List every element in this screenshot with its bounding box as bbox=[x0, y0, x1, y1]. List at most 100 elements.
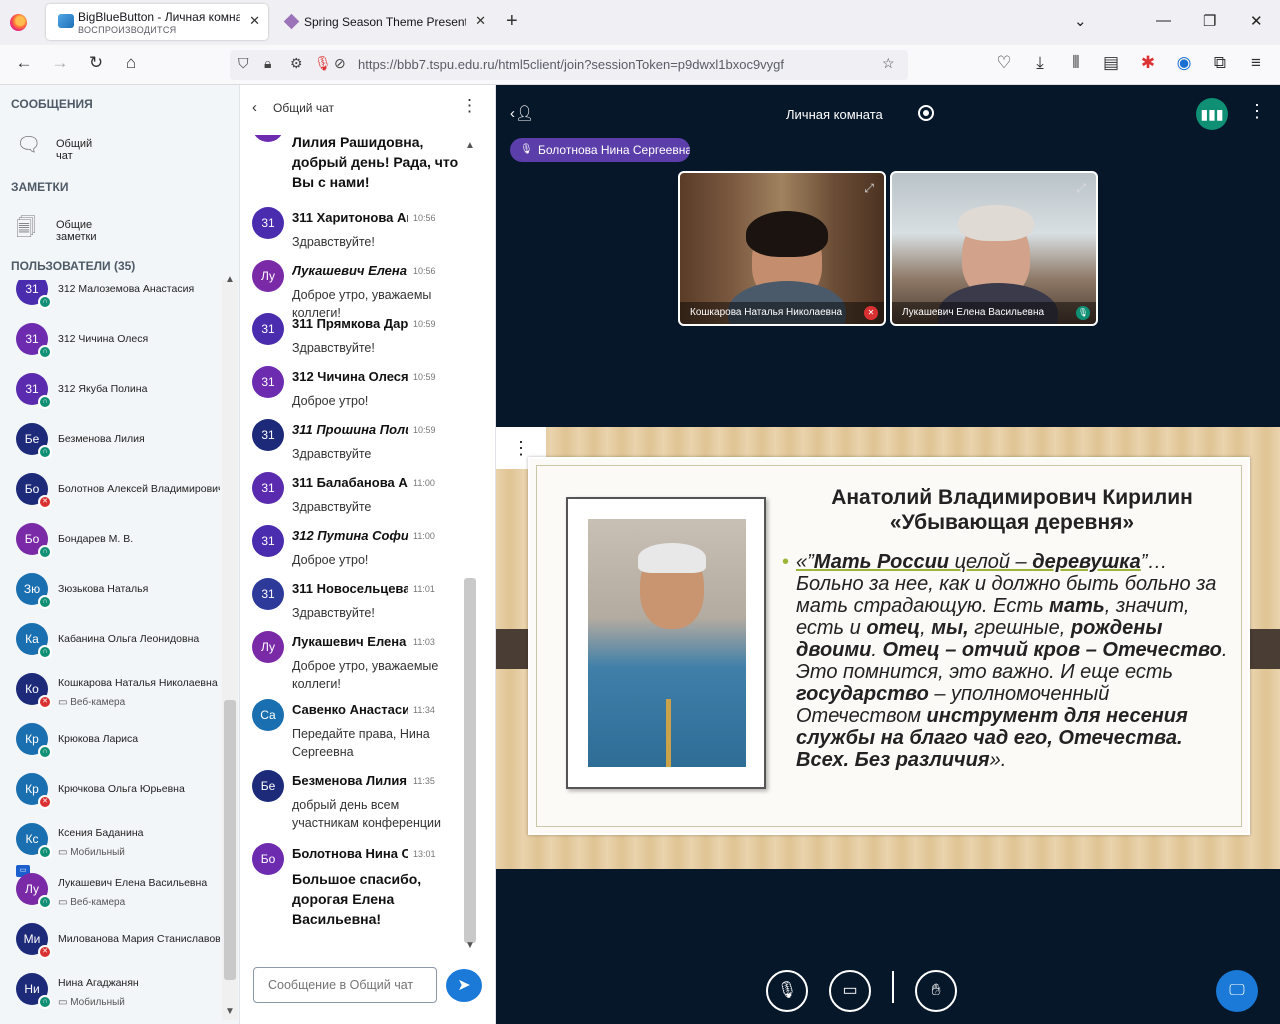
avatar: Кр ∩ bbox=[16, 723, 52, 759]
presentation-button[interactable]: 🖵︎ bbox=[1216, 970, 1258, 1012]
slide-quote-body: «”Мать России целой – деревушка”… Больно… bbox=[796, 551, 1227, 771]
user-list-item[interactable]: Зю ∩ Зюзькова Наталья bbox=[16, 573, 222, 623]
tab-title: BigBlueButton - Личная комната bbox=[78, 10, 240, 24]
scroll-up-icon[interactable]: ▲ bbox=[465, 140, 475, 151]
video-tile[interactable]: ⤢ Лукашевич Елена Васильевна 🎙︎ bbox=[890, 171, 1098, 326]
slide-text-fragment: мать bbox=[1049, 595, 1105, 617]
lock-icon[interactable]: 🔒︎ bbox=[264, 55, 271, 72]
user-list-item[interactable]: Кр ∩ Крюкова Лариса bbox=[16, 723, 222, 773]
back-icon[interactable]: ← bbox=[12, 53, 36, 73]
minimize-icon[interactable]: — bbox=[1156, 12, 1171, 29]
scroll-thumb[interactable] bbox=[464, 578, 476, 943]
user-name: Болотнов Алексей Владимирович bbox=[58, 483, 220, 495]
extensions-puzzle-icon[interactable]: ⧉ bbox=[1208, 53, 1232, 73]
permissions-icon[interactable]: ⚙ bbox=[290, 55, 303, 72]
tab-spring-season[interactable]: Spring Season Theme Presentation ✕ bbox=[272, 4, 494, 40]
fullscreen-icon[interactable]: ⤢ bbox=[864, 181, 874, 196]
autoplay-blocked-icon[interactable]: ⊘ bbox=[334, 55, 346, 72]
menu-hamburger-icon[interactable]: ≡ bbox=[1244, 53, 1268, 73]
user-list-item[interactable]: ▭ Лу ∩ Лукашевич Елена Васильевна ▭ Веб-каме… bbox=[16, 865, 222, 923]
user-list-item[interactable]: Кс ∩ Ксения Баданина ▭ Мобильный bbox=[16, 823, 222, 873]
avatar: Зю ∩ bbox=[16, 573, 52, 609]
chevron-left-icon[interactable]: ‹ bbox=[252, 99, 257, 116]
zoom-extension-icon[interactable]: ◉ bbox=[1172, 53, 1196, 73]
video-tile[interactable]: ⤢ Кошкарова Наталья Николаевна ✕ bbox=[678, 171, 886, 326]
slide-card: Анатолий Владимирович Кирилин «Убывающая… bbox=[528, 457, 1250, 835]
talking-indicator[interactable]: 🎙︎ Болотнова Нина Сергеевна bbox=[510, 138, 690, 162]
message-text: Лилия Рашидовна, добрый день! Рада, что … bbox=[292, 135, 459, 190]
user-name: Безменова Лилия bbox=[58, 433, 145, 445]
microphone-permission-icon[interactable]: 🎙︎ bbox=[314, 55, 332, 72]
user-list-item[interactable]: Ни ∩ Нина Агаджанян ▭ Мобильный bbox=[16, 973, 222, 1020]
recording-indicator-icon[interactable] bbox=[918, 105, 934, 121]
tab-bigbluebutton[interactable]: BigBlueButton - Личная комната ВОСПРОИЗВ… bbox=[46, 4, 268, 40]
tab-title: Spring Season Theme Presentation bbox=[304, 15, 466, 29]
user-list-item[interactable]: Бо ∩ Бондарев М. В. bbox=[16, 523, 222, 573]
options-menu-icon[interactable]: ⋮ bbox=[1248, 101, 1266, 122]
user-list-item[interactable]: 31 ∩ 312 Малоземова Анастасия bbox=[16, 280, 222, 323]
reload-icon[interactable]: ↻ bbox=[84, 53, 108, 73]
user-list-item[interactable]: Ми ✕ Милованова Мария Станиславовна bbox=[16, 923, 222, 973]
firefox-logo-icon[interactable] bbox=[10, 14, 27, 31]
presentation-slide[interactable]: ⋮ Анатолий Владимирович Кирилин «Убывающ… bbox=[496, 427, 1280, 869]
avatar-initials: Кр bbox=[25, 732, 39, 746]
connection-status-icon[interactable]: ▮▮▮ bbox=[1196, 98, 1228, 130]
bookmark-star-icon[interactable]: ☆ bbox=[882, 55, 895, 72]
send-button[interactable]: ➤ bbox=[446, 969, 482, 1002]
user-list[interactable]: 31 ∩ 312 Малоземова Анастасия 31 ∩ 312 Чичина… bbox=[0, 280, 222, 1020]
chat-scrollbar[interactable]: ▲ ▼ bbox=[462, 140, 478, 955]
user-device: ▭ Мобильный bbox=[58, 847, 125, 858]
send-arrow-icon: ➤ bbox=[457, 977, 471, 994]
library-icon[interactable]: ⫴ bbox=[1064, 53, 1088, 73]
user-list-item[interactable]: 31 ∩ 312 Чичина Олеся bbox=[16, 323, 222, 373]
user-list-item[interactable]: Ко ✕ Кошкарова Наталья Николаевна ▭ Веб-кам… bbox=[16, 673, 222, 723]
toggle-camera-button[interactable]: ▭ bbox=[829, 970, 871, 1012]
user-name: Милованова Мария Станиславовна bbox=[58, 933, 220, 945]
message-time: 10:59 bbox=[413, 319, 436, 329]
scroll-down-icon[interactable]: ▼ bbox=[465, 940, 475, 951]
kebab-menu-icon[interactable]: ⋮ bbox=[461, 96, 478, 116]
raise-hand-button[interactable]: ✋︎ bbox=[915, 970, 957, 1012]
scroll-down-icon[interactable]: ▼ bbox=[225, 1006, 235, 1017]
url-bar[interactable]: ⛉ 🔒︎ ⚙ 🎙︎ ⊘ https://bbb7.tspu.edu.ru/htm… bbox=[230, 50, 908, 80]
close-tab-icon[interactable]: ✕ bbox=[249, 13, 260, 29]
user-list-item[interactable]: Бо ✕ Болотнов Алексей Владимирович bbox=[16, 473, 222, 523]
message-text: добрый день всем участникам конференции bbox=[292, 798, 441, 830]
home-icon[interactable]: ⌂ bbox=[119, 53, 143, 73]
user-list-item[interactable]: Ка ∩ Кабанина Ольга Леонидовна bbox=[16, 623, 222, 673]
video-user-name[interactable]: Лукашевич Елена Васильевна bbox=[892, 302, 1096, 324]
message-author: 311 Прямкова Дарья bbox=[292, 316, 408, 331]
new-tab-icon[interactable]: + bbox=[506, 10, 518, 33]
fullscreen-icon[interactable]: ⤢ bbox=[1076, 181, 1086, 196]
toggle-users-list-icon[interactable]: ‹👤︎ bbox=[510, 104, 534, 122]
avatar: Лу bbox=[252, 260, 284, 292]
tab-list-chevron-icon[interactable]: ⌄ bbox=[1074, 12, 1087, 30]
video-user-name[interactable]: Кошкарова Наталья Николаевна bbox=[680, 302, 884, 324]
user-list-scrollbar[interactable]: ▲ ▼ bbox=[222, 274, 238, 1020]
mute-microphone-button[interactable]: 🎙︎ bbox=[766, 970, 808, 1012]
microphone-icon: 🎙︎ bbox=[1076, 306, 1090, 320]
chat-title[interactable]: Общий чат bbox=[273, 101, 334, 115]
user-list-item[interactable]: Бе ∩ Безменова Лилия bbox=[16, 423, 222, 473]
extension-colorful-icon[interactable]: ✱ bbox=[1136, 53, 1160, 73]
user-list-item[interactable]: Кр ✕ Крючкова Ольга Юрьевна bbox=[16, 773, 222, 823]
scroll-up-icon[interactable]: ▲ bbox=[225, 274, 235, 285]
chat-message-input[interactable] bbox=[253, 967, 437, 1003]
microphone-off-icon: 🎙︎ bbox=[776, 982, 798, 999]
slide-text-fragment: деревушка bbox=[1032, 551, 1141, 573]
close-tab-icon[interactable]: ✕ bbox=[475, 13, 486, 29]
forward-icon[interactable]: → bbox=[48, 53, 72, 73]
shield-icon[interactable]: ⛉ bbox=[238, 55, 249, 72]
avatar: Бо bbox=[252, 843, 284, 875]
reader-sidebar-icon[interactable]: ▤ bbox=[1099, 53, 1123, 73]
restore-icon[interactable]: ❐ bbox=[1203, 12, 1216, 30]
pocket-icon[interactable]: ♡ bbox=[992, 53, 1016, 73]
slide-text-fragment: мы, bbox=[931, 617, 969, 639]
close-window-icon[interactable]: ✕ bbox=[1250, 12, 1263, 30]
downloads-icon[interactable]: ⤓ bbox=[1028, 53, 1052, 73]
sidebar-item-label: Общий чат bbox=[56, 138, 93, 162]
avatar-initials: Са bbox=[260, 708, 276, 722]
avatar: 31 bbox=[252, 525, 284, 557]
scroll-thumb[interactable] bbox=[224, 700, 236, 980]
user-list-item[interactable]: 31 ∩ 312 Якуба Полина bbox=[16, 373, 222, 423]
